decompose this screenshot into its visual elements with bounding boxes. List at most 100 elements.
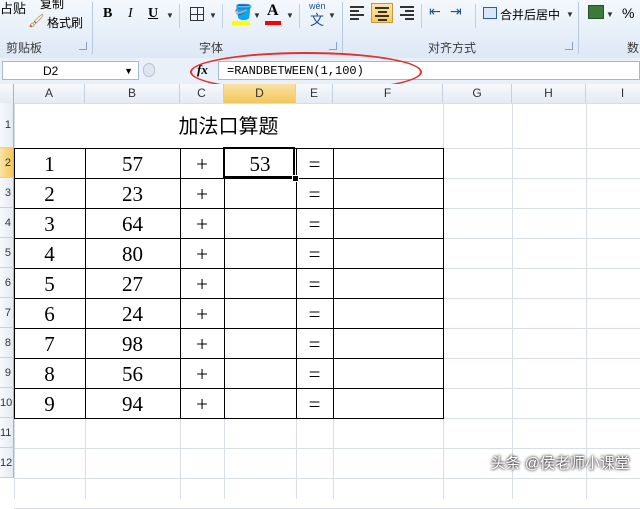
row-header-8[interactable]: 8: [0, 328, 14, 358]
cell-addend[interactable]: 56: [85, 358, 180, 388]
cell-plus-sign[interactable]: +: [180, 268, 224, 298]
column-header-a[interactable]: A: [14, 84, 85, 103]
column-header-b[interactable]: B: [85, 84, 180, 103]
format-painter-button[interactable]: 格式刷: [47, 14, 83, 31]
font-color-icon[interactable]: A: [267, 2, 279, 20]
cell-random-addend[interactable]: [224, 268, 296, 298]
column-header-e[interactable]: E: [296, 84, 333, 103]
cell-index[interactable]: 7: [14, 328, 85, 358]
cell-random-addend[interactable]: [224, 358, 296, 388]
font-launcher-icon[interactable]: [329, 42, 337, 50]
name-box[interactable]: D2 ▼: [2, 61, 139, 80]
merge-center-icon[interactable]: [483, 7, 497, 19]
cell-random-addend[interactable]: [224, 328, 296, 358]
formula-bar-splitter-icon[interactable]: [143, 63, 155, 77]
cell-answer[interactable]: [333, 208, 443, 238]
cell-random-addend[interactable]: [224, 238, 296, 268]
worksheet-grid[interactable]: 1 2 3 4 5 6 7 8 9 10 11 12 加法口算题 1 57 +53 = 2 23 + = 3 64 + = 4 80…: [0, 103, 640, 509]
fill-color-icon[interactable]: 🪣: [234, 3, 253, 21]
cell-plus-sign[interactable]: +: [180, 208, 224, 238]
phonetic-dropdown-icon[interactable]: ▼: [328, 11, 336, 20]
cell-random-addend[interactable]: [224, 208, 296, 238]
column-header-g[interactable]: G: [443, 84, 512, 103]
row-header-10[interactable]: 10: [0, 388, 14, 418]
cell-plus-sign[interactable]: +: [180, 388, 224, 418]
merge-center-dropdown-icon[interactable]: ▼: [566, 10, 574, 19]
borders-dropdown-icon[interactable]: ▼: [209, 11, 217, 20]
row-header-1[interactable]: 1: [0, 103, 14, 148]
cell-equals-sign[interactable]: =: [296, 238, 333, 268]
cell-index[interactable]: 4: [14, 238, 85, 268]
cell-addend[interactable]: 27: [85, 268, 180, 298]
cell-answer[interactable]: [333, 148, 443, 178]
column-header-h[interactable]: H: [512, 84, 586, 103]
cell-equals-sign[interactable]: =: [296, 328, 333, 358]
paste-button[interactable]: 占贴: [0, 0, 26, 17]
cell-answer[interactable]: [333, 298, 443, 328]
cell-addend[interactable]: 80: [85, 238, 180, 268]
align-center-icon[interactable]: [371, 3, 393, 23]
row-header-2[interactable]: 2: [0, 148, 14, 178]
cell-index[interactable]: 6: [14, 298, 85, 328]
cell-plus-sign[interactable]: +: [180, 238, 224, 268]
fill-handle[interactable]: [292, 175, 299, 182]
cell-index[interactable]: 8: [14, 358, 85, 388]
cell-addend[interactable]: 64: [85, 208, 180, 238]
copy-button[interactable]: 复制: [40, 0, 64, 12]
cell-answer[interactable]: [333, 358, 443, 388]
row-header-5[interactable]: 5: [0, 238, 14, 268]
underline-button[interactable]: U: [148, 6, 158, 22]
cell-answer[interactable]: [333, 238, 443, 268]
merge-center-button[interactable]: 合并后居中: [500, 6, 560, 23]
cell-equals-sign[interactable]: =: [296, 298, 333, 328]
cell-addend[interactable]: 23: [85, 178, 180, 208]
italic-button[interactable]: I: [128, 6, 133, 22]
cell-plus-sign[interactable]: +: [180, 148, 224, 178]
alignment-launcher-icon[interactable]: [565, 42, 573, 50]
cell-addend[interactable]: 24: [85, 298, 180, 328]
cell-index[interactable]: 9: [14, 388, 85, 418]
cell-index[interactable]: 1: [14, 148, 85, 178]
cell-equals-sign[interactable]: =: [296, 388, 333, 418]
number-format-icon[interactable]: [588, 5, 604, 19]
cell-addend[interactable]: 94: [85, 388, 180, 418]
cell-addend[interactable]: 57: [85, 148, 180, 178]
cell-index[interactable]: 5: [14, 268, 85, 298]
column-header-i[interactable]: I: [586, 84, 640, 103]
clipboard-launcher-icon[interactable]: [79, 42, 87, 50]
select-all-corner[interactable]: [0, 84, 14, 103]
percent-button[interactable]: %: [622, 5, 634, 21]
active-cell-d2[interactable]: [223, 147, 295, 178]
cell-plus-sign[interactable]: +: [180, 328, 224, 358]
align-left-icon[interactable]: [350, 6, 366, 20]
row-header-12[interactable]: 12: [0, 448, 14, 478]
column-header-f[interactable]: F: [333, 84, 443, 103]
cell-answer[interactable]: [333, 388, 443, 418]
cell-plus-sign[interactable]: +: [180, 298, 224, 328]
cell-addend[interactable]: 98: [85, 328, 180, 358]
row-header-11[interactable]: 11: [0, 418, 14, 448]
column-header-c[interactable]: C: [180, 84, 224, 103]
cell-plus-sign[interactable]: +: [180, 358, 224, 388]
row-header-7[interactable]: 7: [0, 298, 14, 328]
cell-equals-sign[interactable]: =: [296, 208, 333, 238]
name-box-dropdown-icon[interactable]: ▼: [124, 62, 133, 81]
cell-answer[interactable]: [333, 328, 443, 358]
cell-index[interactable]: 3: [14, 208, 85, 238]
cell-random-addend[interactable]: [224, 298, 296, 328]
borders-icon[interactable]: [190, 7, 204, 21]
row-header-4[interactable]: 4: [0, 208, 14, 238]
cell-equals-sign[interactable]: =: [296, 178, 333, 208]
row-header-6[interactable]: 6: [0, 268, 14, 298]
cell-random-addend[interactable]: [224, 178, 296, 208]
cell-answer[interactable]: [333, 178, 443, 208]
cell-plus-sign[interactable]: +: [180, 178, 224, 208]
cell-answer[interactable]: [333, 268, 443, 298]
cell-equals-sign[interactable]: =: [296, 148, 333, 178]
increase-indent-icon[interactable]: ⇥: [450, 3, 462, 20]
fill-color-dropdown-icon[interactable]: ▼: [253, 11, 261, 20]
bold-button[interactable]: B: [103, 6, 112, 22]
column-header-d[interactable]: D: [224, 84, 296, 103]
underline-dropdown-icon[interactable]: ▼: [166, 11, 174, 20]
cell-random-addend[interactable]: [224, 388, 296, 418]
